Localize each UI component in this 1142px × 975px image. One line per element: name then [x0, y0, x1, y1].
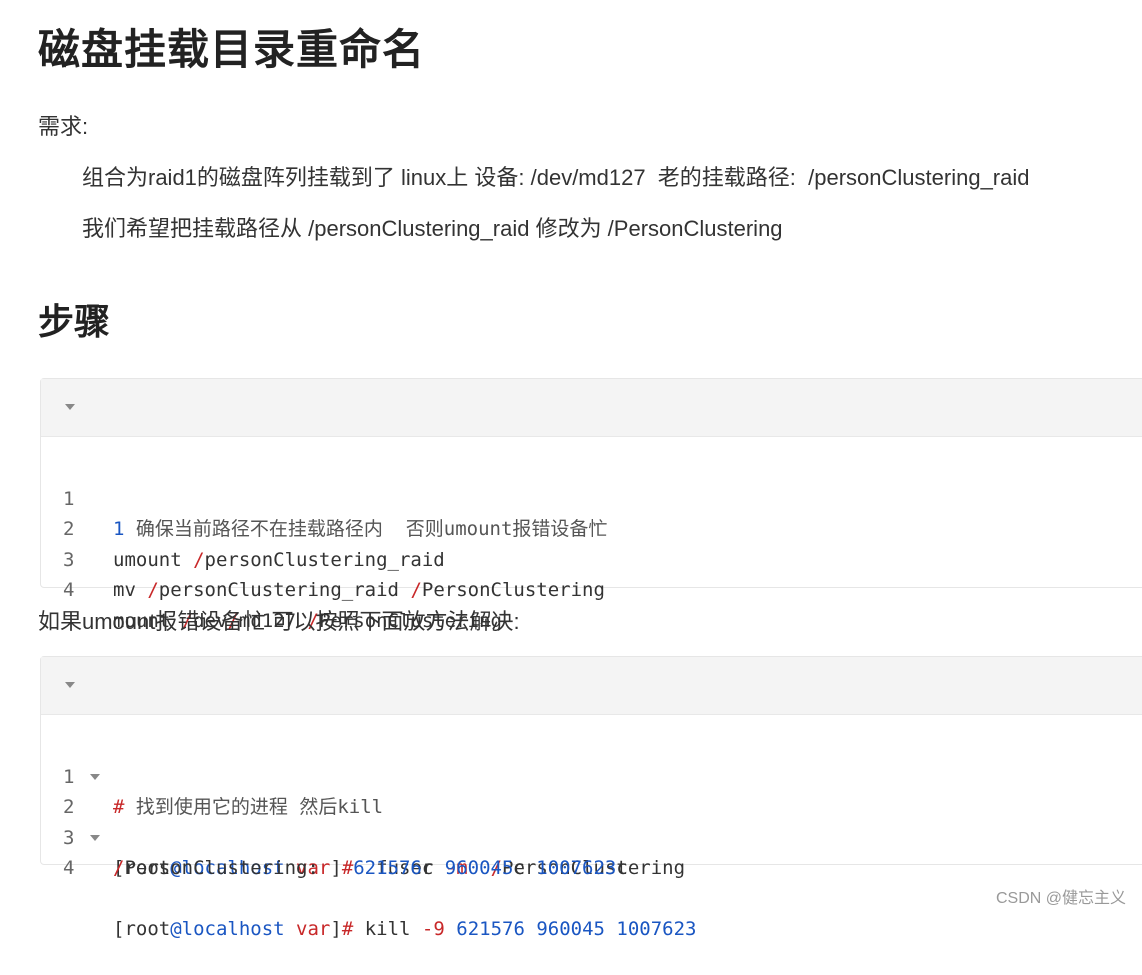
code-block-header[interactable] — [41, 657, 1142, 715]
code-line: 4 [root@localhost var]# kill -9 621576 9… — [41, 823, 1142, 940]
collapse-caret-icon[interactable] — [65, 682, 75, 688]
code-block-body: 1 # 找到使用它的进程 然后kill 2 [root@localhost va… — [41, 715, 1142, 941]
line-number: 4 — [63, 579, 75, 601]
code-line: 4 mount /dev/md127 /PersonClustering — [41, 545, 1142, 632]
requirement-line-2: 我们希望把挂载路径从 /personClustering_raid 修改为 /P… — [82, 216, 783, 241]
code-line: 1 1 确保当前路径不在挂载路径内 否则umount报错设备忙 — [41, 453, 1142, 541]
article-title: 磁盘挂载目录重命名 — [38, 25, 426, 74]
umount-busy-note: 如果umount报错设备忙 可以按照下面放方法解决: — [38, 609, 520, 634]
requirement-label: 需求: — [38, 114, 89, 139]
code-line: 3 mv /personClustering_raid /PersonClust… — [41, 514, 1142, 602]
fold-toggle-icon[interactable] — [90, 834, 100, 841]
code-line: 2 [root@localhost var]# fuser -m /Person… — [41, 762, 1142, 879]
fold-toggle-icon[interactable] — [90, 773, 100, 780]
code-text: /PersonClustering: 621576c 960045c 10076… — [113, 857, 628, 879]
code-block-header[interactable] — [41, 379, 1142, 437]
line-number: 4 — [63, 857, 75, 879]
code-line: 3 /PersonClustering: 621576c 960045c 100… — [41, 792, 1142, 880]
code-line: 2 umount /personClustering_raid — [41, 484, 1142, 571]
steps-heading: 步骤 — [38, 302, 111, 343]
requirement-line-1: 组合为raid1的磁盘阵列挂载到了 linux上 设备: /dev/md127 … — [82, 165, 1030, 190]
code-block-body: 1 1 确保当前路径不在挂载路径内 否则umount报错设备忙 2 umount… — [41, 437, 1142, 632]
code-block-steps: 1 1 确保当前路径不在挂载路径内 否则umount报错设备忙 2 umount… — [40, 378, 1142, 632]
code-line: 1 # 找到使用它的进程 然后kill — [41, 731, 1142, 819]
code-text: [root@localhost var]# kill -9 621576 960… — [113, 918, 697, 940]
code-text: mv /personClustering_raid /PersonCluster… — [113, 579, 605, 601]
collapse-caret-icon[interactable] — [65, 404, 75, 410]
code-block-fuser: 1 # 找到使用它的进程 然后kill 2 [root@localhost va… — [40, 656, 1142, 941]
csdn-watermark: CSDN @健忘主义 — [995, 890, 1126, 907]
